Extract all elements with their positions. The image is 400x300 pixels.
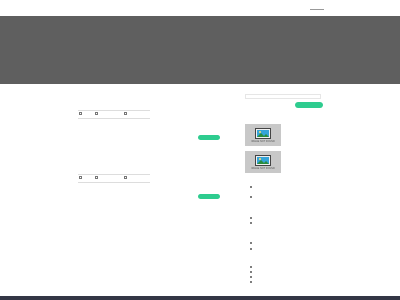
calendar-icon (124, 176, 127, 179)
post-meta (78, 174, 150, 183)
list-bullet (250, 281, 252, 283)
image-placeholder-icon (255, 127, 271, 139)
post-comments[interactable] (95, 112, 100, 115)
post-meta (78, 110, 150, 119)
list-bullet (250, 217, 252, 219)
list-bullet (250, 271, 252, 273)
nav-link[interactable] (310, 9, 324, 10)
list-bullet (250, 276, 252, 278)
comment-icon (95, 112, 98, 115)
list-bullet (250, 186, 252, 188)
list-bullet (250, 196, 252, 198)
comment-icon (95, 176, 98, 179)
list-bullet (250, 248, 252, 250)
list-bullet (250, 222, 252, 224)
post-date (124, 176, 129, 179)
user-icon (79, 176, 82, 179)
read-more-button[interactable] (198, 135, 220, 140)
image-placeholder-icon (255, 154, 271, 166)
search-input[interactable] (245, 94, 321, 99)
sidebar-thumbnail[interactable]: IMAGE NOT FOUND (245, 124, 281, 146)
calendar-icon (124, 112, 127, 115)
list-bullet (250, 242, 252, 244)
post-author[interactable] (79, 112, 84, 115)
top-navigation (0, 0, 400, 16)
post-author[interactable] (79, 176, 84, 179)
thumbnail-caption: IMAGE NOT FOUND (251, 139, 275, 143)
read-more-button[interactable] (198, 194, 220, 199)
footer-bar (0, 296, 400, 300)
sidebar-thumbnail[interactable]: IMAGE NOT FOUND (245, 151, 281, 173)
post-comments[interactable] (95, 176, 100, 179)
hero-banner (0, 16, 400, 84)
search-button[interactable] (295, 102, 323, 108)
thumbnail-caption: IMAGE NOT FOUND (251, 166, 275, 170)
list-bullet (250, 266, 252, 268)
user-icon (79, 112, 82, 115)
post-date (124, 112, 129, 115)
